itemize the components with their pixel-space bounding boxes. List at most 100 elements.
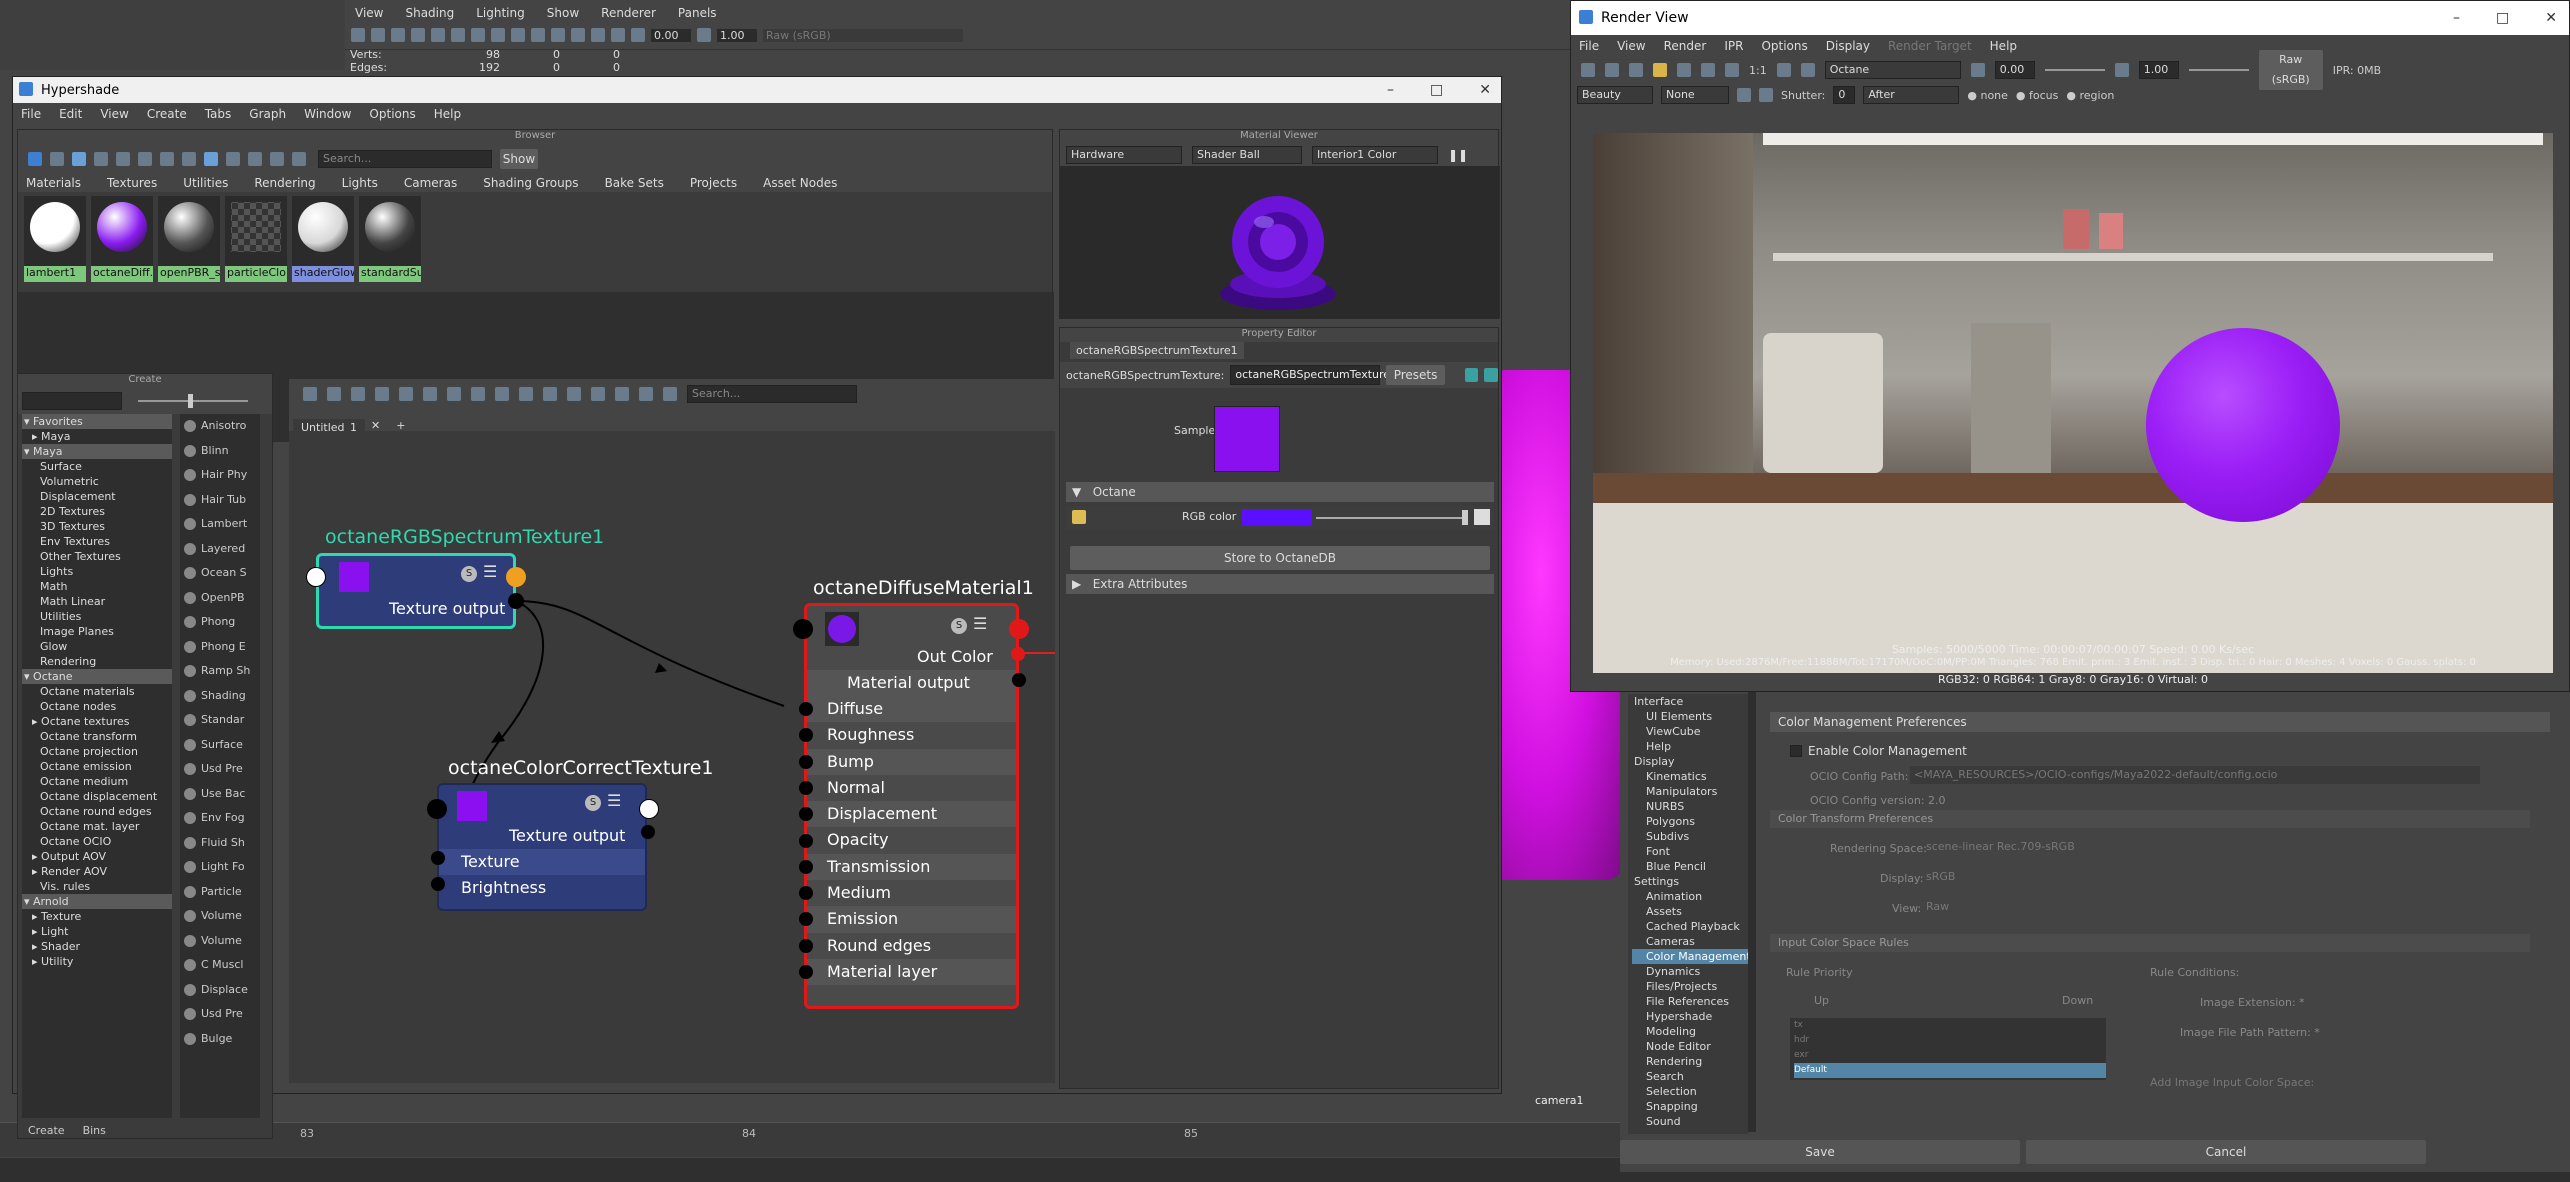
- pref-category-item[interactable]: Polygons: [1632, 814, 1748, 829]
- cc-node-title[interactable]: octaneColorCorrectTexture1: [448, 757, 714, 779]
- pref-category-item[interactable]: Animation: [1632, 889, 1748, 904]
- create-material-item[interactable]: Phong E: [184, 635, 260, 660]
- sort-name-icon[interactable]: [226, 152, 240, 166]
- pref-category-item[interactable]: Sound: [1632, 1114, 1748, 1129]
- render-region-icon[interactable]: [1605, 63, 1619, 77]
- create-material-item[interactable]: Blinn: [184, 439, 260, 464]
- mv-renderer-select[interactable]: Hardware: [1066, 146, 1182, 164]
- layer-icon[interactable]: [1737, 88, 1751, 102]
- pref-category-item[interactable]: Font: [1632, 844, 1748, 859]
- pref-category-item[interactable]: UI Elements: [1632, 709, 1748, 724]
- radio-region[interactable]: ● region: [2066, 89, 2114, 102]
- create-tree-item[interactable]: Octane transform: [22, 729, 172, 744]
- render-image[interactable]: Samples: 5000/5000 Time: 00:00:07/00:00:…: [1593, 133, 2553, 673]
- film-gate-icon[interactable]: [451, 28, 465, 42]
- diffuse-input-port[interactable]: [799, 780, 813, 795]
- create-tree-item[interactable]: Octane projection: [22, 744, 172, 759]
- pref-category-item[interactable]: Search: [1632, 1069, 1748, 1084]
- tab-textures[interactable]: Textures: [107, 176, 157, 190]
- create-material-item[interactable]: Usd Pre: [184, 757, 260, 782]
- diffuse-input-row[interactable]: Medium: [807, 880, 1016, 907]
- pref-category-item[interactable]: Cameras: [1632, 934, 1748, 949]
- icons-view-icon[interactable]: [72, 152, 86, 166]
- menu-edit[interactable]: Edit: [59, 107, 82, 121]
- menu-graph[interactable]: Graph: [249, 107, 286, 121]
- pref-category-item[interactable]: Manipulators: [1632, 784, 1748, 799]
- view-icon[interactable]: [50, 152, 64, 166]
- create-tree-item[interactable]: Rendering: [22, 654, 172, 669]
- menu-window[interactable]: Window: [304, 107, 351, 121]
- pref-category-item[interactable]: Cached Playback: [1632, 919, 1748, 934]
- diffuse-input-port[interactable]: [799, 965, 813, 979]
- create-tree-item[interactable]: Octane nodes: [22, 699, 172, 714]
- create-tree-item[interactable]: Other Textures: [22, 549, 172, 564]
- attribute-menu-icon[interactable]: ☰: [973, 616, 991, 634]
- wireframe-icon[interactable]: [491, 28, 505, 42]
- display-select[interactable]: sRGB: [1926, 870, 2086, 883]
- pref-category-item[interactable]: Interface: [1632, 694, 1748, 709]
- create-material-item[interactable]: Particle: [184, 880, 260, 905]
- shadows-icon[interactable]: [571, 28, 585, 42]
- create-tree-item[interactable]: Displacement: [22, 489, 172, 504]
- tab-create[interactable]: Create: [28, 1124, 65, 1137]
- create-tree-item[interactable]: ▸ Light: [22, 924, 172, 939]
- viewport-menu-view[interactable]: View: [355, 6, 383, 20]
- mv-env-select[interactable]: Interior1 Color: [1312, 146, 1438, 164]
- create-tree-item[interactable]: Octane materials: [22, 684, 172, 699]
- octane-section-header[interactable]: ▼ Octane: [1066, 482, 1494, 502]
- pref-category-item[interactable]: Hypershade: [1632, 1009, 1748, 1024]
- down-button[interactable]: Down: [2062, 994, 2093, 1007]
- s-icon[interactable]: S: [585, 795, 601, 811]
- refresh-ipr-icon[interactable]: [1677, 63, 1691, 77]
- connected-mode-icon[interactable]: [495, 387, 509, 401]
- tab-bake-sets[interactable]: Bake Sets: [605, 176, 664, 190]
- diffuse-input-row[interactable]: Displacement: [807, 801, 1016, 828]
- pref-category-item[interactable]: Modeling: [1632, 1024, 1748, 1039]
- diffuse-input-row[interactable]: Bump: [807, 748, 1016, 775]
- output-port[interactable]: [1009, 619, 1029, 639]
- tab-cameras[interactable]: Cameras: [404, 176, 457, 190]
- swatch-size-slider[interactable]: [138, 400, 248, 402]
- smooth-shade-icon[interactable]: [511, 28, 525, 42]
- maximize-icon[interactable]: □: [2496, 1, 2509, 35]
- save-button[interactable]: Save: [1620, 1140, 2020, 1164]
- create-tree-item[interactable]: ▸ Texture: [22, 909, 172, 924]
- texture-input-port[interactable]: [431, 851, 445, 865]
- diffuse-input-port[interactable]: [799, 833, 813, 848]
- remove-image-icon[interactable]: [1800, 63, 1815, 77]
- radio-focus[interactable]: ● focus: [2016, 89, 2058, 102]
- layout-icon[interactable]: [399, 387, 413, 401]
- material-swatch[interactable]: particleClo...: [225, 196, 287, 282]
- view-select[interactable]: Raw: [1926, 900, 2076, 913]
- menu-file[interactable]: File: [21, 107, 41, 121]
- rv-menu-display[interactable]: Display: [1826, 39, 1870, 53]
- show-left-icon[interactable]: [1464, 368, 1479, 382]
- rule-item[interactable]: hdr: [1794, 1033, 2106, 1048]
- menu-tabs[interactable]: Tabs: [205, 107, 232, 121]
- viewport-gamma-field[interactable]: 1.00: [717, 28, 757, 42]
- rv-menu-view[interactable]: View: [1617, 39, 1645, 53]
- output-connections-icon[interactable]: [351, 387, 365, 401]
- compare-select[interactable]: None: [1661, 86, 1729, 104]
- redo-render-icon[interactable]: [1581, 63, 1595, 77]
- diffuse-input-port[interactable]: [799, 886, 813, 901]
- pref-category-item[interactable]: Help: [1632, 739, 1748, 754]
- remove-icon[interactable]: [447, 387, 461, 401]
- create-material-item[interactable]: Volume: [184, 929, 260, 954]
- radio-none[interactable]: ● none: [1967, 89, 2008, 102]
- s-icon[interactable]: S: [951, 618, 967, 634]
- rgb-slider-track[interactable]: [1316, 517, 1466, 519]
- create-tree-item[interactable]: Octane displacement: [22, 789, 172, 804]
- s-icon[interactable]: S: [461, 566, 477, 582]
- rv-menu-options[interactable]: Options: [1761, 39, 1807, 53]
- create-material-item[interactable]: Env Fog: [184, 806, 260, 831]
- cc-brightness-row[interactable]: Brightness: [439, 875, 645, 901]
- input-connections-icon[interactable]: [303, 387, 317, 401]
- create-tree-item[interactable]: Octane OCIO: [22, 834, 172, 849]
- renderer-select[interactable]: Octane: [1824, 61, 1961, 79]
- pref-category-item[interactable]: Selection: [1632, 1084, 1748, 1099]
- pref-category-item[interactable]: Snapping: [1632, 1099, 1748, 1114]
- pref-category-item[interactable]: Rendering: [1632, 1054, 1748, 1069]
- create-material-item[interactable]: Displace: [184, 978, 260, 1003]
- node-name-field[interactable]: octaneRGBSpectrumTexture1: [1230, 365, 1397, 385]
